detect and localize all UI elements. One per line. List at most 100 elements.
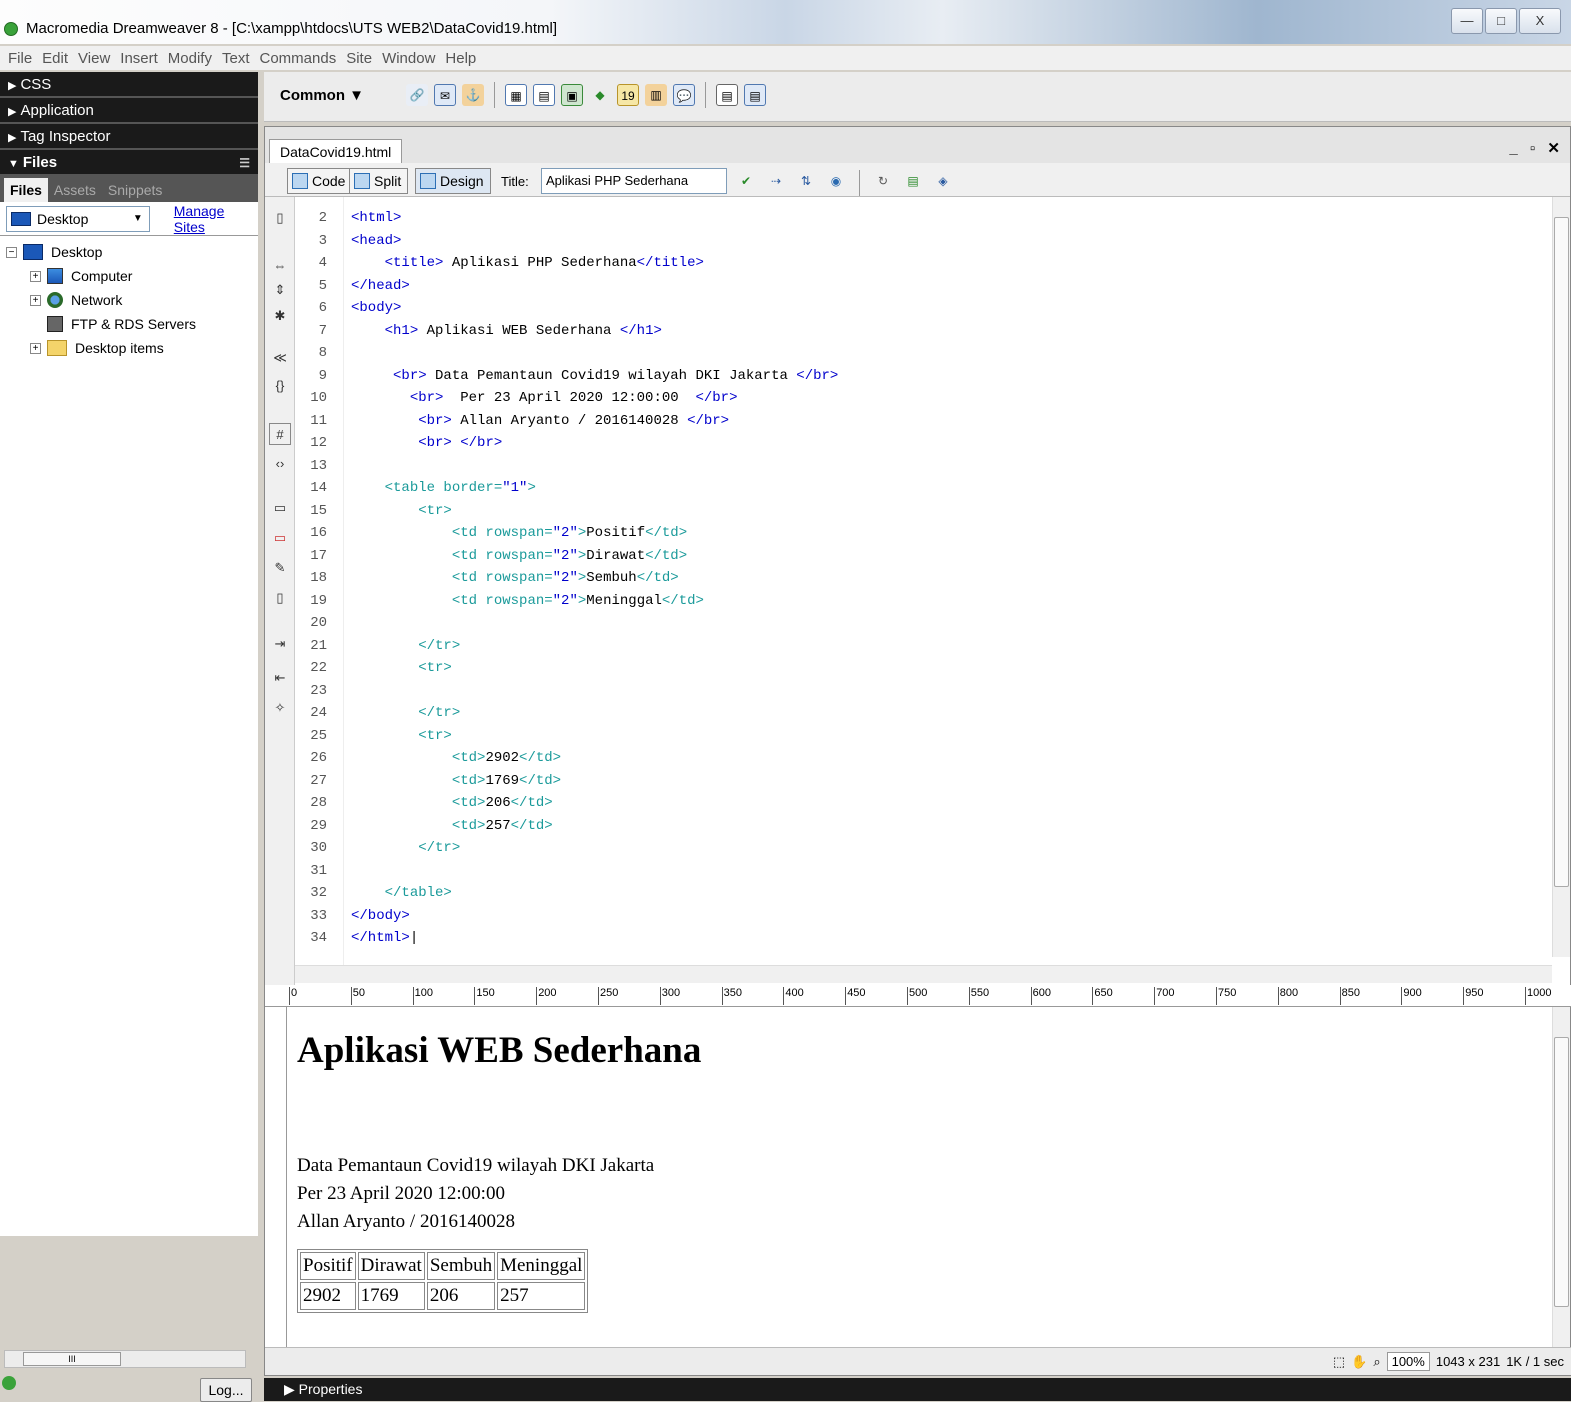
- named-anchor-icon[interactable]: ⚓: [462, 84, 484, 106]
- select-tool-icon[interactable]: ⬚: [1333, 1354, 1345, 1370]
- collapse-selection-icon[interactable]: ⇕: [269, 279, 291, 301]
- css-panel-header[interactable]: ▶ CSS: [0, 72, 258, 98]
- zoom-select[interactable]: 100%: [1386, 1352, 1430, 1371]
- refresh-icon[interactable]: ↻: [872, 170, 894, 192]
- zoom-tool-icon[interactable]: ⌕: [1373, 1354, 1380, 1370]
- server-side-include-icon[interactable]: ▥: [645, 84, 667, 106]
- site-select[interactable]: Desktop ▼: [6, 205, 150, 232]
- image-icon[interactable]: ▣: [561, 84, 583, 106]
- apply-comment-icon[interactable]: ▭: [269, 497, 291, 519]
- scroll-thumb[interactable]: III: [23, 1352, 121, 1366]
- expand-toggle-icon[interactable]: −: [6, 246, 17, 258]
- table-cell[interactable]: Positif: [300, 1252, 356, 1280]
- horizontal-scrollbar[interactable]: III: [4, 1350, 246, 1368]
- date-icon[interactable]: 19: [617, 84, 639, 106]
- manage-sites-link[interactable]: Manage Sites: [174, 203, 258, 235]
- scroll-thumb[interactable]: [1554, 1037, 1569, 1307]
- menu-edit[interactable]: Edit: [38, 50, 74, 67]
- tag-inspector-panel-header[interactable]: ▶ Tag Inspector: [0, 124, 258, 150]
- page-title-input[interactable]: Aplikasi PHP Sederhana: [541, 168, 727, 194]
- remove-comment-icon[interactable]: ▭: [269, 527, 291, 549]
- check-browser-icon[interactable]: ⇢: [765, 170, 787, 192]
- tree-item-label: Network: [71, 292, 123, 308]
- code-editor[interactable]: 2 <html> 3 <head> 4 <title> Aplikasi PHP Sed…: [295, 197, 1552, 965]
- preview-browser-icon[interactable]: ◉: [825, 170, 847, 192]
- tree-item[interactable]: + Desktop items: [0, 336, 258, 360]
- line-numbers-icon[interactable]: #: [269, 423, 291, 445]
- properties-panel-header[interactable]: ▶ Properties: [264, 1378, 1571, 1401]
- restore-button[interactable]: □: [1485, 8, 1517, 34]
- close-button[interactable]: X: [1519, 8, 1561, 34]
- minimize-button[interactable]: —: [1451, 8, 1483, 34]
- tree-item[interactable]: + Network: [0, 288, 258, 312]
- table-icon[interactable]: ▦: [505, 84, 527, 106]
- file-management-icon[interactable]: ⇅: [795, 170, 817, 192]
- expand-toggle-icon[interactable]: +: [30, 294, 41, 306]
- log-button[interactable]: Log...: [200, 1378, 252, 1402]
- expand-all-icon[interactable]: ✱: [269, 305, 291, 327]
- split-view-button[interactable]: Split: [349, 168, 409, 194]
- highlight-invalid-code-icon[interactable]: ‹›: [269, 453, 291, 475]
- design-view-button[interactable]: Design: [415, 168, 491, 194]
- wrap-tag-icon[interactable]: ✎: [269, 557, 291, 579]
- menu-view[interactable]: View: [74, 50, 116, 67]
- table-cell[interactable]: 2902: [300, 1282, 356, 1310]
- hyperlink-icon[interactable]: 🔗: [406, 84, 428, 106]
- collapse-tag-icon[interactable]: ⇔: [269, 255, 291, 277]
- table-cell[interactable]: Sembuh: [426, 1252, 496, 1280]
- visual-aids-icon[interactable]: ◈: [932, 170, 954, 192]
- table-cell[interactable]: 257: [497, 1282, 586, 1310]
- balance-braces-icon[interactable]: {}: [269, 375, 291, 397]
- open-documents-icon[interactable]: ▯: [269, 207, 291, 229]
- menu-site[interactable]: Site: [342, 50, 378, 67]
- validate-icon[interactable]: ✔: [735, 170, 757, 192]
- templates-icon[interactable]: ▤: [716, 84, 738, 106]
- view-options-icon[interactable]: ▤: [902, 170, 924, 192]
- layer-icon[interactable]: ▤: [533, 84, 555, 106]
- table-cell[interactable]: Meninggal: [497, 1252, 586, 1280]
- menu-text[interactable]: Text: [218, 50, 256, 67]
- window-size-select[interactable]: 1043 x 231: [1436, 1354, 1500, 1369]
- format-source-icon[interactable]: ✧: [269, 697, 291, 719]
- outdent-code-icon[interactable]: ⇤: [269, 667, 291, 689]
- hand-tool-icon[interactable]: ✋: [1351, 1354, 1367, 1370]
- menu-modify[interactable]: Modify: [164, 50, 218, 67]
- tab-assets[interactable]: Assets: [48, 178, 102, 202]
- insert-category-select[interactable]: Common ▼: [280, 87, 364, 104]
- table-cell[interactable]: 206: [426, 1282, 496, 1310]
- code-view-button[interactable]: Code: [287, 168, 353, 194]
- tree-item[interactable]: − Desktop: [0, 240, 258, 264]
- media-icon[interactable]: ◆: [589, 84, 611, 106]
- select-parent-tag-icon[interactable]: ≪: [269, 347, 291, 369]
- menu-help[interactable]: Help: [441, 50, 482, 67]
- expand-toggle-icon[interactable]: +: [30, 342, 41, 354]
- application-panel-header[interactable]: ▶ Application: [0, 98, 258, 124]
- tree-item[interactable]: FTP & RDS Servers: [0, 312, 258, 336]
- tab-snippets[interactable]: Snippets: [102, 178, 168, 202]
- design-table[interactable]: Positif Dirawat Sembuh Meninggal 2902 17…: [297, 1249, 589, 1313]
- tag-chooser-icon[interactable]: ▤: [744, 84, 766, 106]
- design-view[interactable]: Aplikasi WEB Sederhana Data Pemantaun Co…: [287, 1007, 1554, 1347]
- menu-file[interactable]: File: [4, 50, 38, 67]
- expand-toggle-icon[interactable]: +: [30, 270, 41, 282]
- comment-icon[interactable]: 💬: [673, 84, 695, 106]
- indent-code-icon[interactable]: ⇥: [269, 633, 291, 655]
- scroll-thumb[interactable]: [1554, 217, 1569, 887]
- design-vertical-scrollbar[interactable]: [1552, 1007, 1570, 1347]
- tab-files[interactable]: Files: [4, 178, 48, 202]
- code-horizontal-scrollbar[interactable]: [295, 965, 1552, 983]
- panel-options-icon[interactable]: ☰: [239, 150, 250, 176]
- recent-snippets-icon[interactable]: ▯: [269, 587, 291, 609]
- menu-commands[interactable]: Commands: [256, 50, 343, 67]
- files-panel-header[interactable]: ▼ Files ☰: [0, 150, 258, 176]
- code-vertical-scrollbar[interactable]: [1552, 197, 1570, 957]
- menu-insert[interactable]: Insert: [116, 50, 164, 67]
- table-cell[interactable]: 1769: [357, 1282, 425, 1310]
- table-cell[interactable]: Dirawat: [357, 1252, 425, 1280]
- document-tab[interactable]: DataCovid19.html: [269, 139, 403, 165]
- email-link-icon[interactable]: ✉: [434, 84, 456, 106]
- menu-window[interactable]: Window: [378, 50, 441, 67]
- document-window-controls[interactable]: _ ▫ ✕: [1509, 139, 1564, 157]
- code-line: 10 <br> Per 23 April 2020 12:00:00 </br>: [295, 387, 737, 409]
- tree-item[interactable]: + Computer: [0, 264, 258, 288]
